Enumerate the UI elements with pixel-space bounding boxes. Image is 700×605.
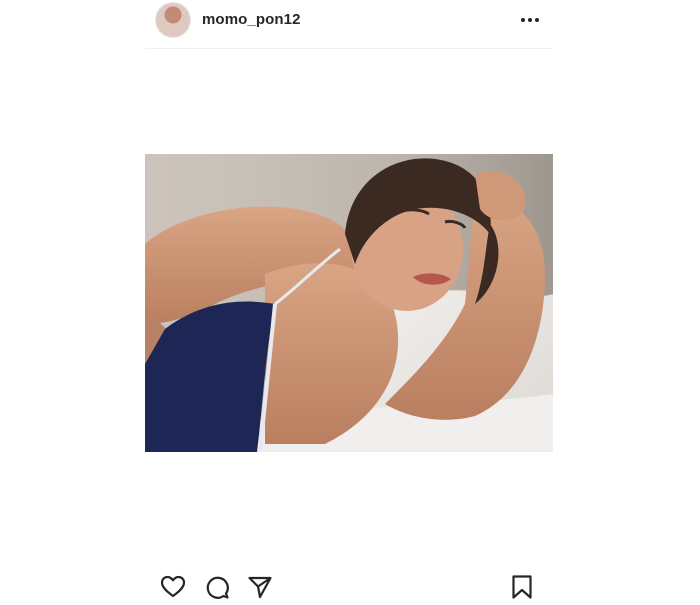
paper-plane-icon[interactable] xyxy=(247,574,273,600)
heart-icon[interactable] xyxy=(160,574,186,600)
more-options-icon[interactable] xyxy=(518,8,542,32)
username[interactable]: momo_pon12 xyxy=(202,11,301,28)
comment-icon[interactable] xyxy=(204,574,230,600)
instagram-post: momo_pon12 xyxy=(145,0,553,600)
post-header: momo_pon12 xyxy=(145,0,553,49)
avatar[interactable] xyxy=(156,3,190,37)
post-actions xyxy=(145,568,553,600)
bookmark-icon[interactable] xyxy=(509,574,535,600)
post-photo xyxy=(145,154,553,453)
